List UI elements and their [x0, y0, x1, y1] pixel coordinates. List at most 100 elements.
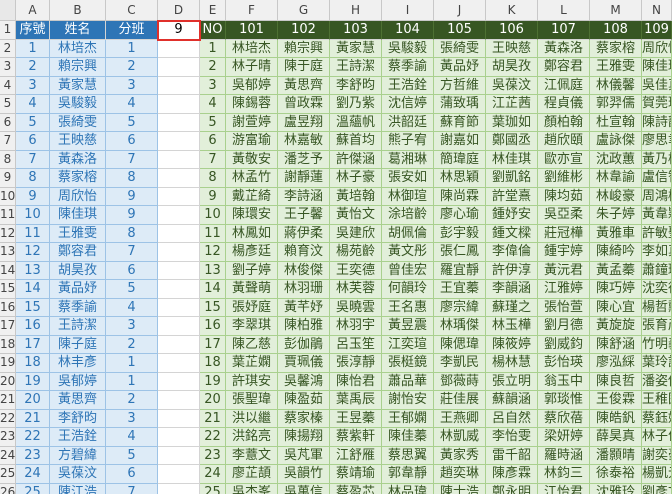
left-name-cell[interactable]: 吳駿毅 [50, 95, 106, 114]
left-seq-cell[interactable]: 11 [16, 224, 50, 243]
left-name-cell[interactable]: 林培杰 [50, 39, 106, 58]
left-class-cell[interactable]: 5 [106, 280, 158, 299]
right-name-cell[interactable]: 蔡鈺婷 [642, 409, 672, 428]
empty-cell[interactable] [158, 132, 200, 151]
right-name-cell[interactable]: 江奕瑄 [382, 335, 434, 354]
left-name-cell[interactable]: 蔡季諭 [50, 298, 106, 317]
right-name-cell[interactable]: 王雅雯 [590, 58, 642, 77]
right-no-cell[interactable]: 17 [200, 335, 226, 354]
left-class-cell[interactable]: 4 [106, 428, 158, 447]
left-seq-cell[interactable]: 24 [16, 465, 50, 484]
right-name-cell[interactable]: 黃芊妤 [278, 298, 330, 317]
right-no-cell[interactable]: 10 [200, 206, 226, 225]
right-name-cell[interactable]: 陳心宜 [590, 298, 642, 317]
left-class-cell[interactable]: 4 [106, 95, 158, 114]
left-name-cell[interactable]: 王映慈 [50, 132, 106, 151]
right-name-cell[interactable]: 竹明義 [642, 335, 672, 354]
right-name-cell[interactable]: 張安如 [382, 169, 434, 188]
right-name-cell[interactable]: 廖泓綵 [590, 354, 642, 373]
right-name-cell[interactable]: 許敏聖 [642, 224, 672, 243]
right-name-cell[interactable]: 謝靜蓮 [278, 169, 330, 188]
right-name-cell[interactable]: 謝萱婷 [226, 113, 278, 132]
right-name-cell[interactable]: 顏柏翰 [538, 113, 590, 132]
right-name-cell[interactable]: 林瑀傑 [434, 317, 486, 336]
select-all-corner[interactable] [0, 0, 16, 21]
right-no-cell[interactable]: 18 [200, 354, 226, 373]
left-name-cell[interactable]: 陳子庭 [50, 335, 106, 354]
row-header-8[interactable]: 8 [0, 150, 16, 169]
right-name-cell[interactable]: 蔡靖瑜 [330, 465, 382, 484]
right-name-cell[interactable]: 蘇瑾之 [486, 298, 538, 317]
left-name-cell[interactable]: 黃思齊 [50, 391, 106, 410]
right-name-cell[interactable]: 林峻豪 [590, 187, 642, 206]
right-name-cell[interactable]: 林鈞三 [538, 465, 590, 484]
column-header-i[interactable]: I [382, 0, 434, 21]
right-name-cell[interactable]: 鄧薇蒔 [434, 372, 486, 391]
left-class-cell[interactable]: 3 [106, 409, 158, 428]
right-name-cell[interactable]: 林芙蓉 [330, 280, 382, 299]
column-header-e[interactable]: E [200, 0, 226, 21]
right-name-cell[interactable]: 廖思聿 [642, 132, 672, 151]
right-name-cell[interactable]: 翁玉中 [538, 372, 590, 391]
right-name-cell[interactable]: 黃昱震 [382, 317, 434, 336]
right-no-cell[interactable]: 14 [200, 280, 226, 299]
right-name-cell[interactable]: 蔡欣蓓 [538, 409, 590, 428]
right-no-header[interactable]: NO [200, 21, 226, 40]
left-class-cell[interactable]: 6 [106, 132, 158, 151]
column-header-m[interactable]: M [590, 0, 642, 21]
right-name-cell[interactable]: 王詩潔 [330, 58, 382, 77]
right-no-cell[interactable]: 22 [200, 428, 226, 447]
left-class-cell[interactable]: 8 [106, 224, 158, 243]
right-header-cell[interactable]: 103 [330, 21, 382, 40]
right-name-cell[interactable]: 潘芝予 [278, 150, 330, 169]
right-name-cell[interactable]: 李偉倫 [486, 243, 538, 262]
right-name-cell[interactable]: 陳綺吟 [590, 243, 642, 262]
right-name-cell[interactable]: 黃韋穎 [642, 206, 672, 225]
right-name-cell[interactable]: 黃敬安 [226, 150, 278, 169]
right-name-cell[interactable]: 江怡君 [538, 483, 590, 494]
right-name-cell[interactable]: 賴育汶 [278, 243, 330, 262]
right-name-cell[interactable]: 謝怡安 [382, 391, 434, 410]
left-seq-cell[interactable]: 14 [16, 280, 50, 299]
right-name-cell[interactable]: 陳柏雅 [278, 317, 330, 336]
left-seq-cell[interactable]: 4 [16, 95, 50, 114]
right-name-cell[interactable]: 王燕卿 [434, 409, 486, 428]
right-name-cell[interactable]: 賴宗興 [278, 39, 330, 58]
row-header-16[interactable]: 16 [0, 298, 16, 317]
right-name-cell[interactable]: 劉彥文 [642, 483, 672, 494]
left-class-cell[interactable]: 2 [106, 58, 158, 77]
column-header-d[interactable]: D [158, 0, 200, 21]
right-name-cell[interactable]: 莊佳展 [434, 391, 486, 410]
right-name-cell[interactable]: 吳葆汶 [486, 76, 538, 95]
right-name-cell[interactable]: 葉禹辰 [330, 391, 382, 410]
left-name-cell[interactable]: 林丰彥 [50, 354, 106, 373]
right-name-cell[interactable]: 黃品妤 [434, 58, 486, 77]
right-name-cell[interactable]: 張立明 [486, 372, 538, 391]
right-name-cell[interactable]: 葉芷嫻 [226, 354, 278, 373]
right-name-cell[interactable]: 郭韋靜 [382, 465, 434, 484]
column-header-f[interactable]: F [226, 0, 278, 21]
right-name-cell[interactable]: 楊林慧 [486, 354, 538, 373]
right-name-cell[interactable]: 蘇育節 [434, 113, 486, 132]
right-name-cell[interactable]: 江芷茜 [486, 95, 538, 114]
right-name-cell[interactable]: 許堂熹 [486, 187, 538, 206]
right-name-cell[interactable]: 林羽珊 [278, 280, 330, 299]
right-name-cell[interactable]: 葉珈如 [486, 113, 538, 132]
right-no-cell[interactable]: 12 [200, 243, 226, 262]
right-name-cell[interactable]: 吳萬信 [278, 483, 330, 494]
row-header-11[interactable]: 11 [0, 206, 16, 225]
right-name-cell[interactable]: 蘇首均 [330, 132, 382, 151]
empty-cell[interactable] [158, 372, 200, 391]
row-header-2[interactable]: 2 [0, 39, 16, 58]
right-name-cell[interactable]: 王奕德 [330, 261, 382, 280]
right-name-cell[interactable]: 張梃鏡 [382, 354, 434, 373]
left-class-cell[interactable]: 7 [106, 243, 158, 262]
right-no-cell[interactable]: 11 [200, 224, 226, 243]
right-name-cell[interactable]: 鄭國丞 [486, 132, 538, 151]
left-seq-cell[interactable]: 2 [16, 58, 50, 77]
right-name-cell[interactable]: 謝嘉如 [434, 132, 486, 151]
empty-cell[interactable] [158, 224, 200, 243]
right-name-cell[interactable]: 蔡家榕 [590, 39, 642, 58]
left-class-cell[interactable]: 1 [106, 372, 158, 391]
right-name-cell[interactable]: 黃乃榕 [642, 150, 672, 169]
